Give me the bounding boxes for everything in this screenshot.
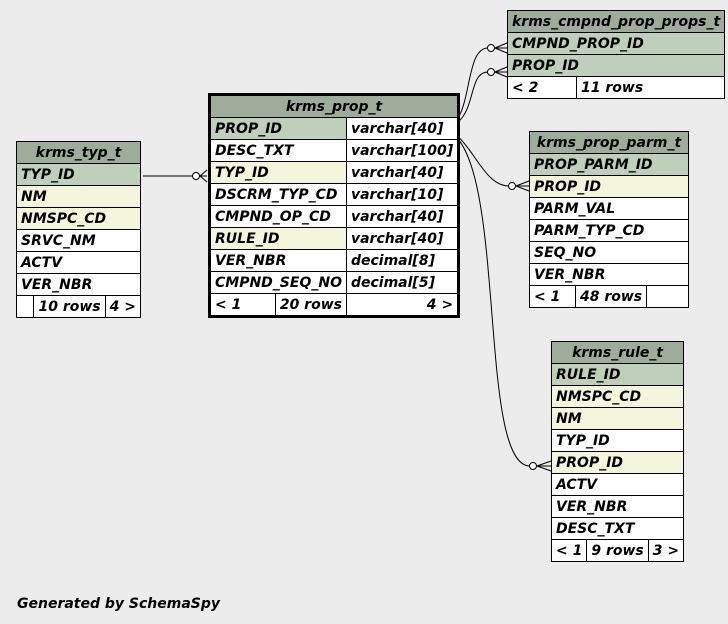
children-count-empty (646, 285, 689, 308)
row-count: 11 rows (575, 76, 726, 99)
column-typ-id: TYP_ID (209, 161, 347, 184)
column-rule-id: RULE_ID (209, 227, 347, 250)
relation-end-circle (529, 462, 537, 470)
relation-end-circle (508, 182, 516, 190)
relation-crowfoot (515, 180, 530, 192)
table-title[interactable]: krms_typ_t (16, 141, 141, 164)
relation-end-circle (487, 68, 495, 76)
relation-crowfoot (536, 460, 552, 472)
table-title[interactable]: krms_rule_t (550, 341, 685, 364)
column-prop-id: PROP_ID (506, 54, 726, 77)
parents-count-link[interactable]: < 1 (550, 539, 588, 562)
column-type: varchar[40] (345, 161, 460, 184)
column-ver-nbr: VER_NBR (529, 263, 689, 286)
column-type: varchar[10] (345, 183, 460, 206)
column-actv: ACTV (550, 473, 685, 496)
column-prop-id: PROP_ID (209, 117, 347, 140)
column-desc-txt: DESC_TXT (209, 139, 347, 162)
column-prop-parm-id: PROP_PARM_ID (529, 153, 689, 176)
column-rule-id: RULE_ID (550, 363, 685, 386)
relation-crowfoot (199, 169, 208, 183)
generated-by-footer: Generated by SchemaSpy (17, 596, 221, 612)
table-krms-prop-parm-t[interactable]: krms_prop_parm_t PROP_PARM_ID PROP_ID PA… (529, 131, 689, 308)
table-title[interactable]: krms_cmpnd_prop_props_t (506, 10, 726, 33)
column-type: varchar[40] (345, 117, 460, 140)
row-count: 48 rows (574, 285, 648, 308)
column-ver-nbr: VER_NBR (209, 249, 347, 272)
children-count-link[interactable]: 4 > (104, 295, 142, 318)
table-title[interactable]: krms_prop_parm_t (529, 131, 689, 154)
column-typ-id: TYP_ID (550, 429, 685, 452)
row-count: 9 rows (586, 539, 649, 562)
column-ver-nbr: VER_NBR (16, 273, 141, 296)
column-type: varchar[40] (345, 205, 460, 228)
column-srvc-nm: SRVC_NM (16, 229, 141, 252)
column-seq-no: SEQ_NO (529, 241, 689, 264)
column-cmpnd-op-cd: CMPND_OP_CD (209, 205, 347, 228)
column-type: varchar[40] (345, 227, 460, 250)
column-dscrm-typ-cd: DSCRM_TYP_CD (209, 183, 347, 206)
relation-end-circle (192, 172, 200, 180)
column-actv: ACTV (16, 251, 141, 274)
relation-crowfoot (494, 42, 508, 54)
table-title[interactable]: krms_prop_t (208, 94, 460, 118)
column-type: decimal[5] (345, 271, 460, 294)
column-prop-id: PROP_ID (529, 175, 689, 198)
column-desc-txt: DESC_TXT (550, 517, 685, 540)
column-parm-val: PARM_VAL (529, 197, 689, 220)
column-typ-id: TYP_ID (16, 163, 141, 186)
children-count-link[interactable]: 3 > (647, 539, 685, 562)
row-count: 10 rows (33, 295, 106, 318)
table-krms-cmpnd-prop-props-t[interactable]: krms_cmpnd_prop_props_t CMPND_PROP_ID PR… (506, 10, 726, 99)
column-nm: NM (550, 407, 685, 430)
parents-count-link[interactable]: < 1 (529, 285, 576, 308)
column-ver-nbr: VER_NBR (550, 495, 685, 518)
column-cmpnd-prop-id: CMPND_PROP_ID (506, 32, 726, 55)
table-krms-typ-t[interactable]: krms_typ_t TYP_ID NM NMSPC_CD SRVC_NM AC… (15, 141, 142, 318)
parents-count-empty (15, 295, 35, 318)
children-count-link[interactable]: 4 > (345, 293, 460, 317)
relation-end-circle (487, 44, 495, 52)
column-type: varchar[100] (345, 139, 460, 162)
column-parm-typ-cd: PARM_TYP_CD (529, 219, 689, 242)
table-krms-rule-t[interactable]: krms_rule_t RULE_ID NMSPC_CD NM TYP_ID P… (550, 341, 685, 562)
relation-crowfoot (494, 66, 508, 78)
parents-count-link[interactable]: < 2 (507, 76, 577, 99)
row-count: 20 rows (274, 293, 347, 317)
column-nmspc-cd: NMSPC_CD (16, 207, 141, 230)
column-type: decimal[8] (345, 249, 460, 272)
parents-count-link[interactable]: < 1 (209, 293, 276, 317)
column-nm: NM (16, 185, 141, 208)
column-prop-id: PROP_ID (550, 451, 685, 474)
column-nmspc-cd: NMSPC_CD (550, 385, 685, 408)
table-krms-prop-t[interactable]: krms_prop_t PROP_ID varchar[40] DESC_TXT v… (208, 93, 461, 318)
column-cmpnd-seq-no: CMPND_SEQ_NO (209, 271, 347, 294)
